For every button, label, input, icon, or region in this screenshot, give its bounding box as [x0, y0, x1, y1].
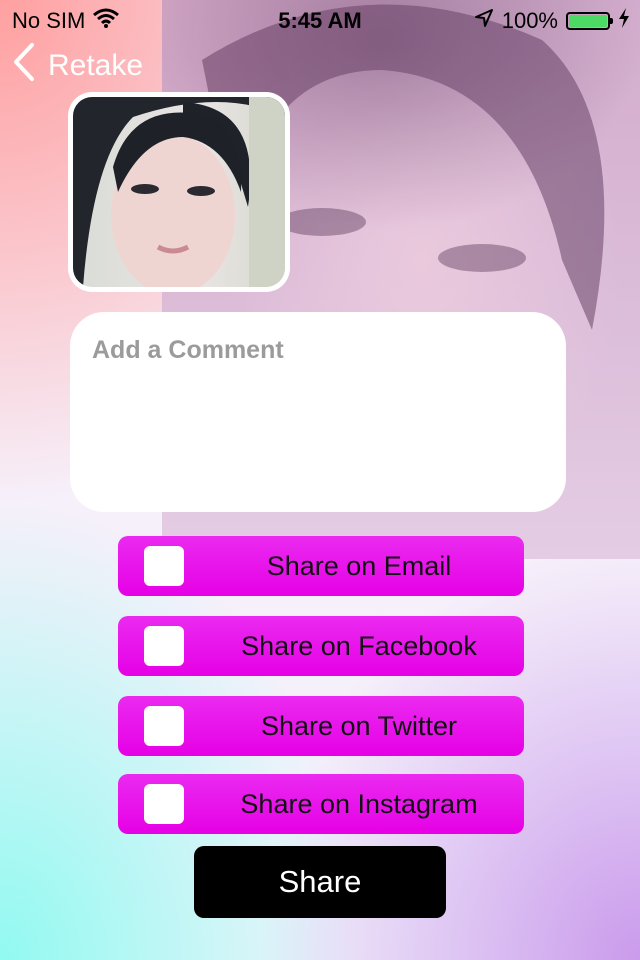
battery-fill	[569, 15, 607, 27]
checkbox-icon[interactable]	[144, 784, 184, 824]
status-right: 100%	[474, 8, 630, 34]
chevron-left-icon	[12, 42, 36, 90]
share-instagram-option[interactable]: Share on Instagram	[118, 774, 524, 834]
share-button[interactable]: Share	[194, 846, 446, 918]
share-email-option[interactable]: Share on Email	[118, 536, 524, 596]
thumbnail-image	[73, 97, 285, 287]
photo-thumbnail	[68, 92, 290, 292]
share-twitter-label: Share on Twitter	[260, 711, 458, 741]
checkbox-icon[interactable]	[144, 626, 184, 666]
share-screen: No SIM 5:45 AM 100% Retake Add a Comment…	[0, 0, 640, 960]
back-label: Retake	[48, 49, 144, 82]
share-instagram-label: Share on Instagram	[240, 789, 478, 819]
status-bar: No SIM 5:45 AM 100%	[0, 0, 640, 40]
share-facebook-option[interactable]: Share on Facebook	[118, 616, 524, 676]
checkbox-icon[interactable]	[144, 706, 184, 746]
share-facebook-label: Share on Facebook	[241, 631, 477, 661]
share-twitter-option[interactable]: Share on Twitter	[118, 696, 524, 756]
location-arrow-icon	[474, 8, 494, 34]
comment-input[interactable]	[70, 312, 566, 512]
checkbox-icon[interactable]	[144, 546, 184, 586]
charging-bolt-icon	[618, 8, 630, 34]
battery-icon	[566, 12, 613, 30]
retake-back-button[interactable]: Retake	[12, 42, 143, 90]
share-email-label: Share on Email	[266, 551, 452, 581]
battery-percent: 100%	[501, 8, 558, 33]
